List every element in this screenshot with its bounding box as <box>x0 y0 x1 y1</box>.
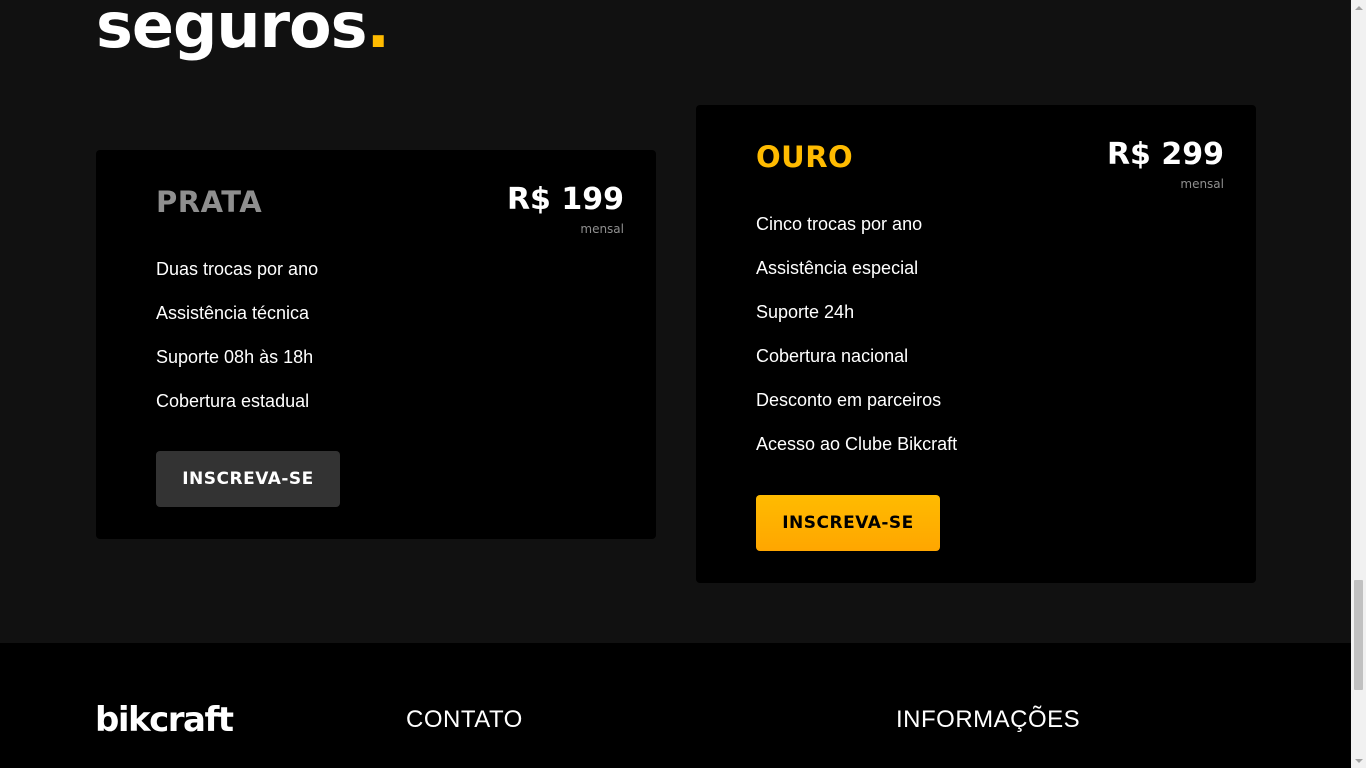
scroll-up-arrow-icon[interactable] <box>1351 0 1366 15</box>
section-heading-text: seguros <box>96 0 368 62</box>
pricing-section: seguros. PRATA R$ 199 mensal Duas trocas… <box>0 0 1351 643</box>
section-heading: seguros. <box>96 0 391 74</box>
plan-features: Duas trocas por ano Assistência técnica … <box>156 258 318 434</box>
heading-accent-dot: . <box>366 0 391 62</box>
plan-feature: Assistência especial <box>756 258 919 278</box>
page-viewport: seguros. PRATA R$ 199 mensal Duas trocas… <box>0 0 1351 768</box>
footer-contact-title: CONTATO <box>406 706 523 733</box>
scrollbar-thumb[interactable] <box>1354 580 1363 690</box>
scroll-down-arrow-icon[interactable] <box>1351 753 1366 768</box>
plan-feature: Assistência técnica <box>156 303 310 323</box>
plan-features: Cinco trocas por ano Assistência especia… <box>756 213 957 477</box>
plan-feature: Cobertura nacional <box>756 346 909 366</box>
plan-period: mensal <box>580 222 624 236</box>
plan-feature: Suporte 08h às 18h <box>156 347 314 367</box>
subscribe-button-ouro[interactable]: INSCREVA-SE <box>756 495 940 551</box>
plan-feature: Suporte 24h <box>756 302 855 322</box>
plan-feature: Duas trocas por ano <box>156 259 319 279</box>
plan-card-ouro: OURO R$ 299 mensal Cinco trocas por ano … <box>696 105 1256 583</box>
plan-price: R$ 299 <box>1106 137 1224 172</box>
footer-logo[interactable]: bikcraft <box>95 698 234 742</box>
plan-feature: Cinco trocas por ano <box>756 214 923 234</box>
plan-period: mensal <box>1180 177 1224 191</box>
plan-feature: Cobertura estadual <box>156 391 310 411</box>
plan-name: PRATA <box>156 185 263 219</box>
plan-price: R$ 199 <box>506 182 624 217</box>
footer: bikcraft CONTATO INFORMAÇÕES <box>0 643 1351 768</box>
subscribe-button-prata[interactable]: INSCREVA-SE <box>156 451 340 507</box>
footer-info-title: INFORMAÇÕES <box>896 706 1081 733</box>
plan-card-prata: PRATA R$ 199 mensal Duas trocas por ano … <box>96 150 656 539</box>
vertical-scrollbar[interactable] <box>1351 0 1366 768</box>
plan-feature: Acesso ao Clube Bikcraft <box>756 434 958 454</box>
plan-name: OURO <box>756 140 854 174</box>
plan-feature: Desconto em parceiros <box>756 390 942 410</box>
